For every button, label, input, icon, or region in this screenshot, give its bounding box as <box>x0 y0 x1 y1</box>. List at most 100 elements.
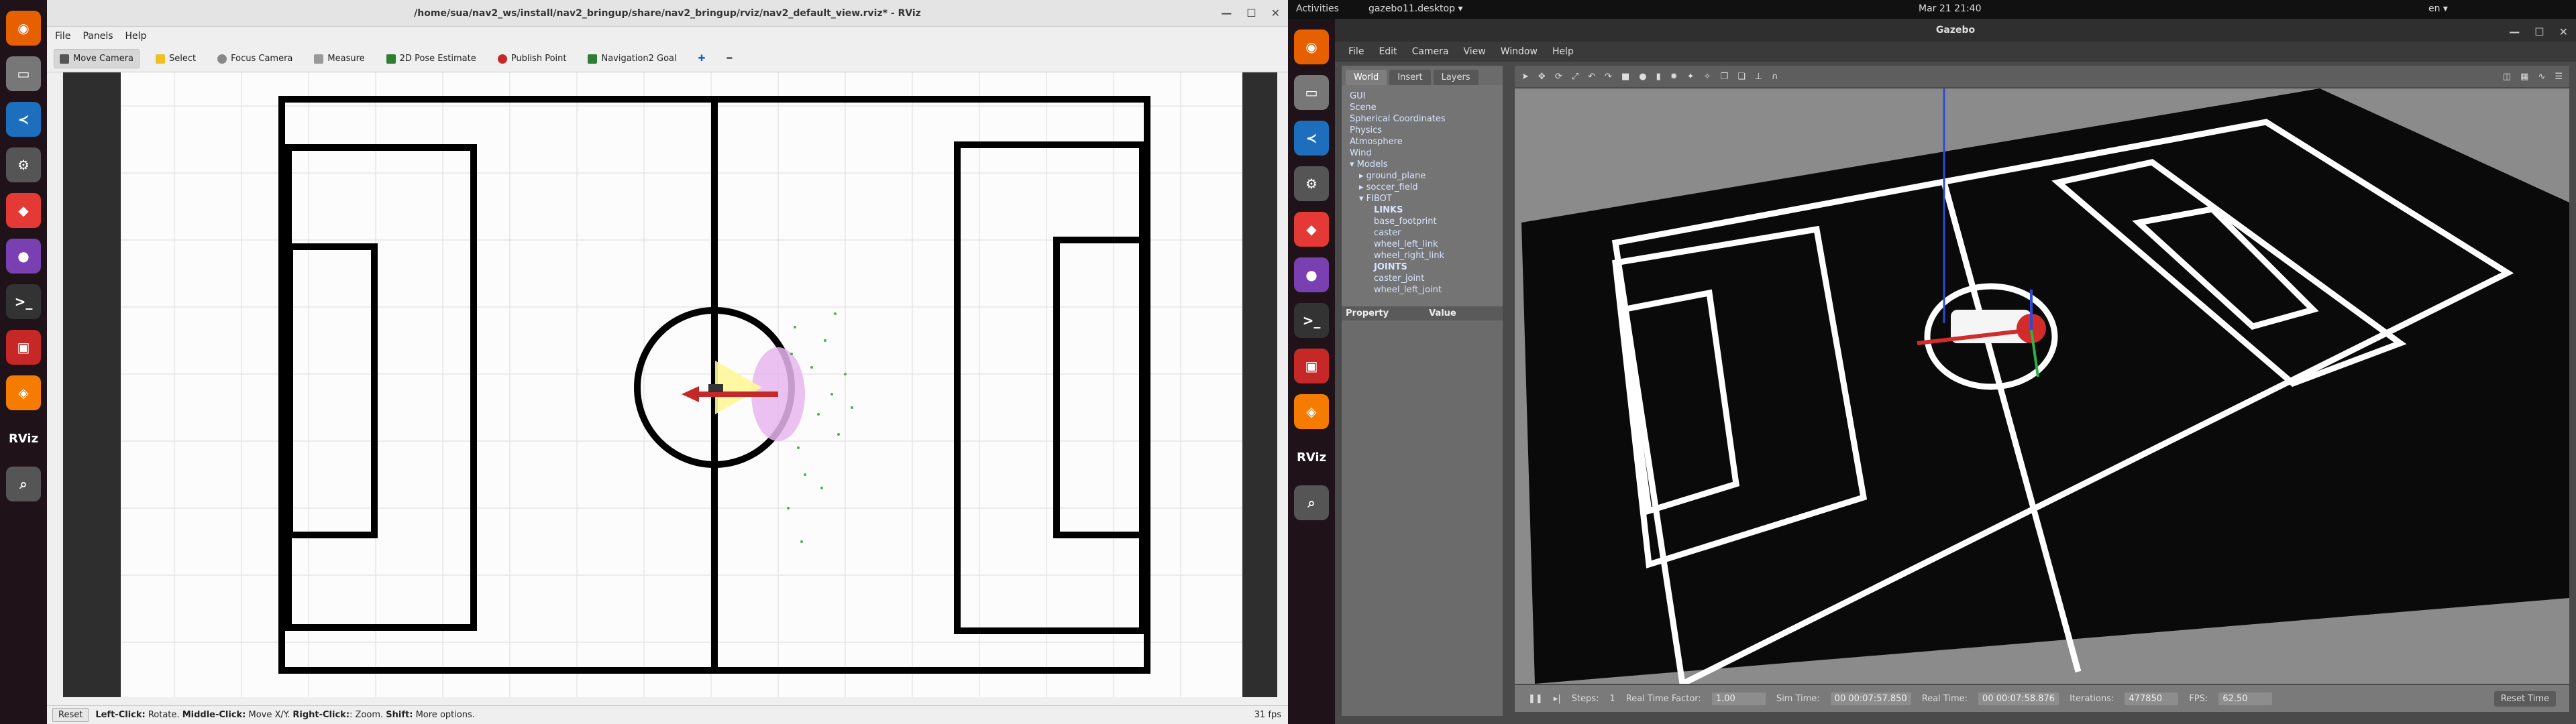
rviz-icon[interactable]: RViz <box>1294 440 1329 475</box>
vscode-icon[interactable]: ≺ <box>6 102 41 137</box>
gazebo-title-bar: Gazebo — ☐ ✕ <box>1335 19 2576 42</box>
menu-help[interactable]: Help <box>125 31 147 42</box>
add-tool-button[interactable]: ✚ <box>693 50 711 68</box>
tree-item[interactable]: wheel_left_joint <box>1350 284 1495 296</box>
tree-item[interactable]: Wind <box>1350 147 1495 159</box>
settings-icon[interactable]: ⚙ <box>6 147 41 182</box>
scale-icon[interactable]: ⤢ <box>1572 72 1578 82</box>
select-arrow-icon[interactable]: ➤ <box>1521 72 1529 82</box>
light-icon[interactable]: ✦ <box>1687 72 1695 82</box>
layers-icon[interactable]: ◈ <box>6 375 41 410</box>
measure-tool[interactable]: Measure <box>309 50 370 68</box>
tree-item[interactable]: ▾ Models <box>1350 159 1495 170</box>
box-icon[interactable]: ■ <box>1621 72 1629 82</box>
translate-icon[interactable]: ✥ <box>1538 72 1546 82</box>
tree-item[interactable]: caster <box>1350 227 1495 239</box>
pose-estimate-tool[interactable]: 2D Pose Estimate <box>381 50 482 68</box>
github-icon[interactable]: ● <box>1294 257 1329 292</box>
monitor-icon[interactable]: ▣ <box>6 330 41 365</box>
remove-tool-button[interactable]: ━ <box>722 50 738 68</box>
select-icon <box>156 54 166 64</box>
align-icon[interactable]: ⊥ <box>1755 72 1762 82</box>
rviz-3d-view[interactable] <box>63 72 1277 697</box>
redo-icon[interactable]: ↷ <box>1605 72 1612 82</box>
tree-item[interactable]: ▸ soccer_field <box>1350 182 1495 193</box>
tree-item[interactable]: Spherical Coordinates <box>1350 113 1495 125</box>
select-tool[interactable]: Select <box>150 50 201 68</box>
menu-file[interactable]: File <box>55 31 70 42</box>
rviz-icon[interactable]: RViz <box>6 421 41 456</box>
tree-item[interactable]: ▾ FIBOT <box>1350 193 1495 204</box>
tab-layers[interactable]: Layers <box>1433 70 1479 85</box>
menu-file[interactable]: File <box>1348 46 1364 57</box>
sphere-icon[interactable]: ● <box>1639 72 1646 82</box>
publish-point-tool[interactable]: Publish Point <box>492 50 572 68</box>
anydesk-icon[interactable]: ◆ <box>6 193 41 228</box>
gazebo-3d-view[interactable] <box>1515 88 2569 684</box>
undo-icon[interactable]: ↶ <box>1588 72 1595 82</box>
menu-camera[interactable]: Camera <box>1412 46 1449 57</box>
plot-icon[interactable]: ∿ <box>2538 72 2545 82</box>
search-icon[interactable]: ⌕ <box>1294 485 1329 520</box>
maximize-icon[interactable]: ☐ <box>2534 25 2544 38</box>
firefox-icon[interactable]: ◉ <box>6 11 41 46</box>
paste-icon[interactable]: ❏ <box>1737 72 1746 82</box>
firefox-icon[interactable]: ◉ <box>1294 29 1329 64</box>
clock[interactable]: Mar 21 21:40 <box>1919 3 1981 14</box>
tree-item[interactable]: base_footprint <box>1350 216 1495 227</box>
reset-button[interactable]: Reset <box>52 708 89 722</box>
menu-edit[interactable]: Edit <box>1379 46 1397 57</box>
layers-icon[interactable]: ◈ <box>1294 394 1329 429</box>
log-icon[interactable]: ☰ <box>2555 72 2563 82</box>
app-menu[interactable]: gazebo11.desktop ▾ <box>1368 3 1462 14</box>
minimize-icon[interactable]: — <box>1221 7 1232 19</box>
vscode-icon[interactable]: ≺ <box>1294 121 1329 156</box>
terminal-icon[interactable]: >_ <box>6 284 41 319</box>
sun-icon[interactable]: ✹ <box>1670 72 1678 82</box>
files-icon[interactable]: ▭ <box>6 56 41 91</box>
camera-icon[interactable]: ◫ <box>2503 72 2511 82</box>
rotate-icon[interactable]: ⟳ <box>1555 72 1562 82</box>
snap-icon[interactable]: ∩ <box>1772 72 1778 82</box>
spot-light-icon[interactable]: ✧ <box>1704 72 1711 82</box>
tab-insert[interactable]: Insert <box>1389 70 1431 85</box>
search-icon[interactable]: ⌕ <box>6 467 41 501</box>
anydesk-icon[interactable]: ◆ <box>1294 212 1329 247</box>
github-icon[interactable]: ● <box>6 239 41 274</box>
copy-icon[interactable]: ❐ <box>1720 72 1728 82</box>
nav-goal-tool[interactable]: Navigation2 Goal <box>582 50 682 68</box>
monitor-icon[interactable]: ▣ <box>1294 349 1329 383</box>
maximize-icon[interactable]: ☐ <box>1246 7 1256 19</box>
settings-icon[interactable]: ⚙ <box>1294 166 1329 201</box>
close-icon[interactable]: ✕ <box>2559 25 2568 38</box>
tab-world[interactable]: World <box>1346 70 1387 85</box>
steps-spin[interactable]: 1 <box>1609 694 1615 704</box>
tree-item[interactable]: Scene <box>1350 102 1495 113</box>
tree-item[interactable]: wheel_left_link <box>1350 239 1495 250</box>
menu-help[interactable]: Help <box>1552 46 1574 57</box>
tree-item[interactable]: GUI <box>1350 90 1495 102</box>
minimize-icon[interactable]: — <box>2509 25 2520 38</box>
record-icon[interactable]: ▦ <box>2520 72 2528 82</box>
tree-item[interactable]: Physics <box>1350 125 1495 136</box>
move-camera-tool[interactable]: Move Camera <box>54 49 140 68</box>
tree-item[interactable]: ▸ ground_plane <box>1350 170 1495 182</box>
reset-time-button[interactable]: Reset Time <box>2493 690 2556 707</box>
menu-panels[interactable]: Panels <box>83 31 113 42</box>
cylinder-icon[interactable]: ▮ <box>1656 72 1661 82</box>
language-indicator[interactable]: en ▾ <box>2428 3 2448 14</box>
terminal-icon[interactable]: >_ <box>1294 303 1329 338</box>
menu-view[interactable]: View <box>1464 46 1486 57</box>
close-icon[interactable]: ✕ <box>1271 7 1280 19</box>
tree-item[interactable]: wheel_right_link <box>1350 250 1495 261</box>
tree-item[interactable]: caster_joint <box>1350 273 1495 284</box>
world-tree: GUI Scene Spherical Coordinates Physics … <box>1342 85 1503 306</box>
activities-button[interactable]: Activities <box>1296 3 1339 14</box>
step-icon[interactable]: ▸| <box>1554 694 1561 704</box>
files-icon[interactable]: ▭ <box>1294 75 1329 110</box>
menu-window[interactable]: Window <box>1501 46 1538 57</box>
window-title: /home/sua/nav2_ws/install/nav2_bringup/s… <box>414 7 921 19</box>
tree-item[interactable]: Atmosphere <box>1350 136 1495 147</box>
pause-icon[interactable]: ❚❚ <box>1528 694 1543 704</box>
focus-camera-tool[interactable]: Focus Camera <box>212 50 298 68</box>
